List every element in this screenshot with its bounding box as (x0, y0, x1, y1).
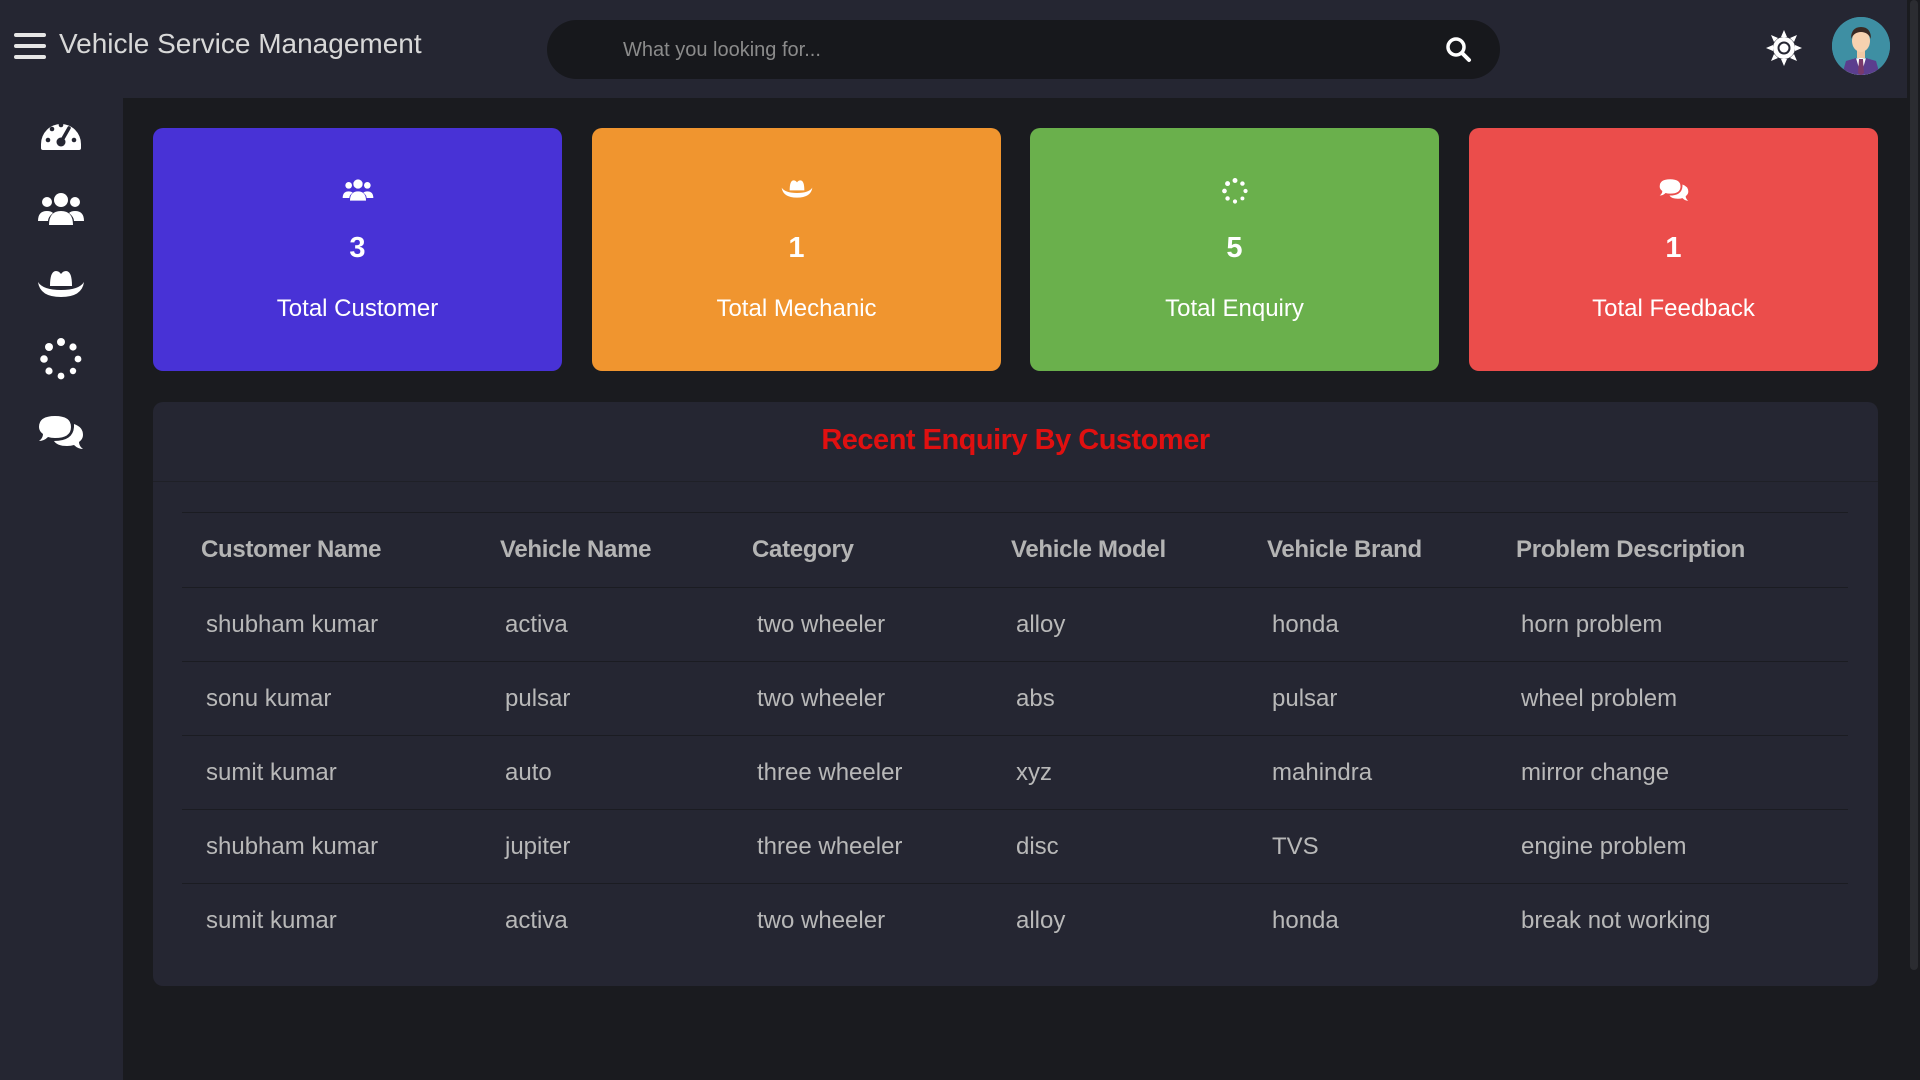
sidebar-item-dashboard[interactable] (37, 110, 85, 158)
problem-description-cell: mirror change (1497, 735, 1848, 810)
column-header: Vehicle Name (481, 512, 733, 588)
customer-name-cell: sumit kumar (206, 906, 337, 934)
users-icon (38, 193, 84, 225)
problem-description-cell: engine problem (1497, 809, 1848, 884)
customer-name-cell: shubham kumar (182, 809, 481, 884)
column-header: Vehicle Brand (1248, 512, 1497, 588)
panel-title: Recent Enquiry By Customer (821, 424, 1210, 456)
category-cell: two wheeler (733, 587, 992, 662)
total-mechanic-label: Total Mechanic (716, 295, 877, 322)
scrollbar-thumb[interactable] (1910, 0, 1918, 970)
search-icon[interactable] (1444, 35, 1474, 65)
total-enquiry-label: Total Enquiry (1165, 295, 1304, 322)
total-customer-label: Total Customer (276, 295, 439, 322)
page-scrollbar[interactable] (1907, 0, 1920, 1080)
comments-icon (1659, 179, 1688, 201)
mechanic-hat-icon (781, 180, 812, 198)
sidebar-item-customers[interactable] (37, 185, 85, 233)
total-enquiry-count: 5 (1226, 232, 1243, 264)
vehicle-model-cell: xyz (992, 735, 1248, 810)
vehicle-brand-cell: pulsar (1248, 661, 1497, 736)
search-input[interactable] (621, 20, 1405, 81)
vehicle-model-cell: alloy (1016, 906, 1066, 934)
app-title: Vehicle Service Management (59, 28, 422, 59)
table-header-row: Customer Name Vehicle Name Category Vehi… (182, 512, 1848, 588)
total-mechanic-card[interactable]: 1 Total Mechanic (592, 128, 1001, 371)
mechanic-hat-icon (38, 271, 84, 297)
vehicle-name-cell: auto (481, 735, 733, 810)
total-feedback-count: 1 (1665, 232, 1682, 264)
vehicle-name-cell: activa (481, 587, 733, 662)
sidebar-item-mechanics[interactable] (37, 260, 85, 308)
recent-enquiry-panel: Recent Enquiry By Customer Customer Name… (153, 402, 1878, 986)
dashboard-icon (41, 122, 81, 150)
enquiry-table: Customer Name Vehicle Name Category Vehi… (182, 512, 1848, 957)
users-icon (342, 179, 373, 201)
column-header: Customer Name (182, 512, 481, 588)
sun-theme-toggle-icon[interactable] (1765, 29, 1803, 67)
vehicle-brand-cell: mahindra (1248, 735, 1497, 810)
category-cell: two wheeler (733, 661, 992, 736)
table-row: sumit kumar activa two wheeler alloy hon… (182, 884, 1848, 958)
column-header: Vehicle Model (992, 512, 1248, 588)
user-avatar[interactable] (1832, 17, 1890, 75)
hamburger-menu-icon[interactable] (14, 33, 46, 59)
total-feedback-label: Total Feedback (1592, 295, 1755, 322)
customer-name-cell: sonu kumar (182, 661, 481, 736)
category-cell: three wheeler (733, 809, 992, 884)
column-header: Problem Description (1497, 512, 1848, 588)
problem-description-cell: wheel problem (1497, 661, 1848, 736)
top-header: Vehicle Service Management (0, 0, 1907, 98)
total-mechanic-count: 1 (788, 232, 805, 264)
problem-description-cell: break not working (1521, 906, 1711, 934)
vehicle-model-cell: disc (992, 809, 1248, 884)
customer-name-cell: sumit kumar (182, 735, 481, 810)
total-customer-card[interactable]: 3 Total Customer (153, 128, 562, 371)
category-cell: three wheeler (733, 735, 992, 810)
vehicle-name-cell: pulsar (481, 661, 733, 736)
vehicle-name-cell: jupiter (481, 809, 733, 884)
column-header: Category (733, 512, 992, 588)
vehicle-brand-cell: honda (1272, 906, 1339, 934)
table-row: sumit kumar auto three wheeler xyz mahin… (182, 735, 1848, 810)
avatar-person-icon (1832, 17, 1890, 75)
comments-icon (39, 416, 83, 449)
total-feedback-card[interactable]: 1 Total Feedback (1469, 128, 1878, 371)
total-customer-count: 3 (349, 232, 366, 264)
table-row: shubham kumar activa two wheeler alloy h… (182, 587, 1848, 662)
vehicle-model-cell: abs (992, 661, 1248, 736)
category-cell: two wheeler (757, 906, 886, 934)
sidebar-item-feedback[interactable] (37, 410, 85, 458)
search-bar (547, 20, 1500, 81)
spinner-icon (40, 338, 82, 380)
divider (153, 481, 1878, 482)
sidebar-item-enquiries[interactable] (37, 335, 85, 383)
table-row: shubham kumar jupiter three wheeler disc… (182, 809, 1848, 884)
vehicle-name-cell: activa (505, 906, 568, 934)
vehicle-brand-cell: honda (1248, 587, 1497, 662)
vehicle-brand-cell: TVS (1248, 809, 1497, 884)
vehicle-model-cell: alloy (992, 587, 1248, 662)
problem-description-cell: horn problem (1497, 587, 1848, 662)
total-enquiry-card[interactable]: 5 Total Enquiry (1030, 128, 1439, 371)
table-row: sonu kumar pulsar two wheeler abs pulsar… (182, 661, 1848, 736)
spinner-icon (1221, 178, 1248, 204)
customer-name-cell: shubham kumar (182, 587, 481, 662)
sidebar (0, 98, 123, 1080)
